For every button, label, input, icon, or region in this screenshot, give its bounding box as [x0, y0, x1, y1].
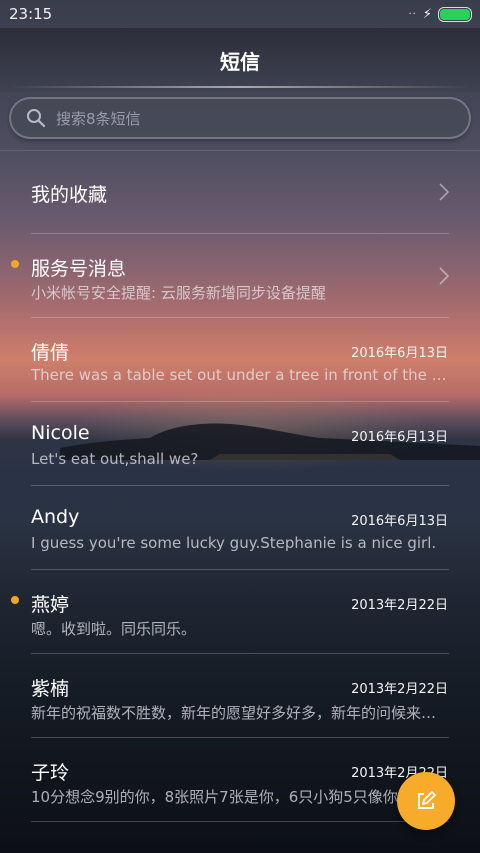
charging-icon: ⚡ — [422, 6, 432, 22]
battery-icon — [438, 6, 472, 22]
contact-name: Nicole — [31, 422, 90, 444]
compose-icon — [418, 791, 436, 809]
conversation-list: 我的收藏 服务号消息 小米帐号安全提醒: 云服务新增同步设备提醒 倩倩 2016… — [0, 150, 480, 822]
page-title: 短信 — [220, 50, 260, 74]
message-date: 2016年6月13日 — [351, 430, 448, 445]
favorites-item[interactable]: 我的收藏 — [0, 150, 480, 234]
favorites-label: 我的收藏 — [31, 184, 108, 206]
unread-dot — [11, 260, 19, 268]
contact-name: Andy — [31, 506, 80, 528]
service-preview: 小米帐号安全提醒: 云服务新增同步设备提醒 — [31, 284, 326, 302]
status-time: 23:15 — [9, 5, 53, 23]
signal-dots-icon: ·· — [408, 8, 417, 20]
status-bar: 23:15 ·· ⚡ — [0, 0, 480, 28]
status-icons: ·· ⚡ — [408, 5, 472, 23]
conversation-item[interactable]: Andy 2016年6月13日 I guess you're some luck… — [0, 486, 480, 570]
contact-name: 紫楠 — [31, 678, 70, 700]
message-date: 2016年6月13日 — [351, 346, 448, 361]
contact-name: 子玲 — [31, 762, 70, 784]
message-date: 2013年2月22日 — [351, 598, 448, 613]
message-date: 2013年2月22日 — [351, 682, 448, 697]
conversation-item[interactable]: 燕婷 2013年2月22日 嗯。收到啦。同乐同乐。 — [0, 570, 480, 654]
search-icon — [27, 109, 46, 128]
message-preview: 10分想念9别的你，8张照片7张是你，6只小狗5只像你 — [31, 788, 398, 806]
search-placeholder: 搜索8条短信 — [56, 110, 141, 128]
conversation-item[interactable]: 倩倩 2016年6月13日 There was a table set out … — [0, 318, 480, 402]
title-bar: 短信 — [0, 28, 480, 92]
message-preview: I guess you're some lucky guy.Stephanie … — [31, 534, 437, 552]
contact-name: 燕婷 — [31, 594, 70, 616]
chevron-right-icon — [439, 267, 450, 285]
service-label: 服务号消息 — [31, 258, 127, 280]
message-preview: There was a table set out under a tree i… — [31, 366, 449, 384]
compose-button[interactable] — [397, 772, 455, 830]
conversation-item[interactable]: 紫楠 2013年2月22日 新年的祝福数不胜数，新年的愿望好多好多，新年的问候来… — [0, 654, 480, 738]
contact-name: 倩倩 — [31, 342, 70, 364]
message-preview: 新年的祝福数不胜数，新年的愿望好多好多，新年的问候来自远方 — [31, 704, 449, 722]
unread-dot — [11, 596, 19, 604]
conversation-item[interactable]: Nicole 2016年6月13日 Let's eat out,shall we… — [0, 402, 480, 486]
message-preview: 嗯。收到啦。同乐同乐。 — [31, 620, 197, 638]
chevron-right-icon — [439, 183, 450, 201]
message-date: 2016年6月13日 — [351, 514, 448, 529]
search-input[interactable]: 搜索8条短信 — [9, 97, 471, 139]
service-messages-item[interactable]: 服务号消息 小米帐号安全提醒: 云服务新增同步设备提醒 — [0, 234, 480, 318]
message-preview: Let's eat out,shall we? — [31, 450, 199, 468]
